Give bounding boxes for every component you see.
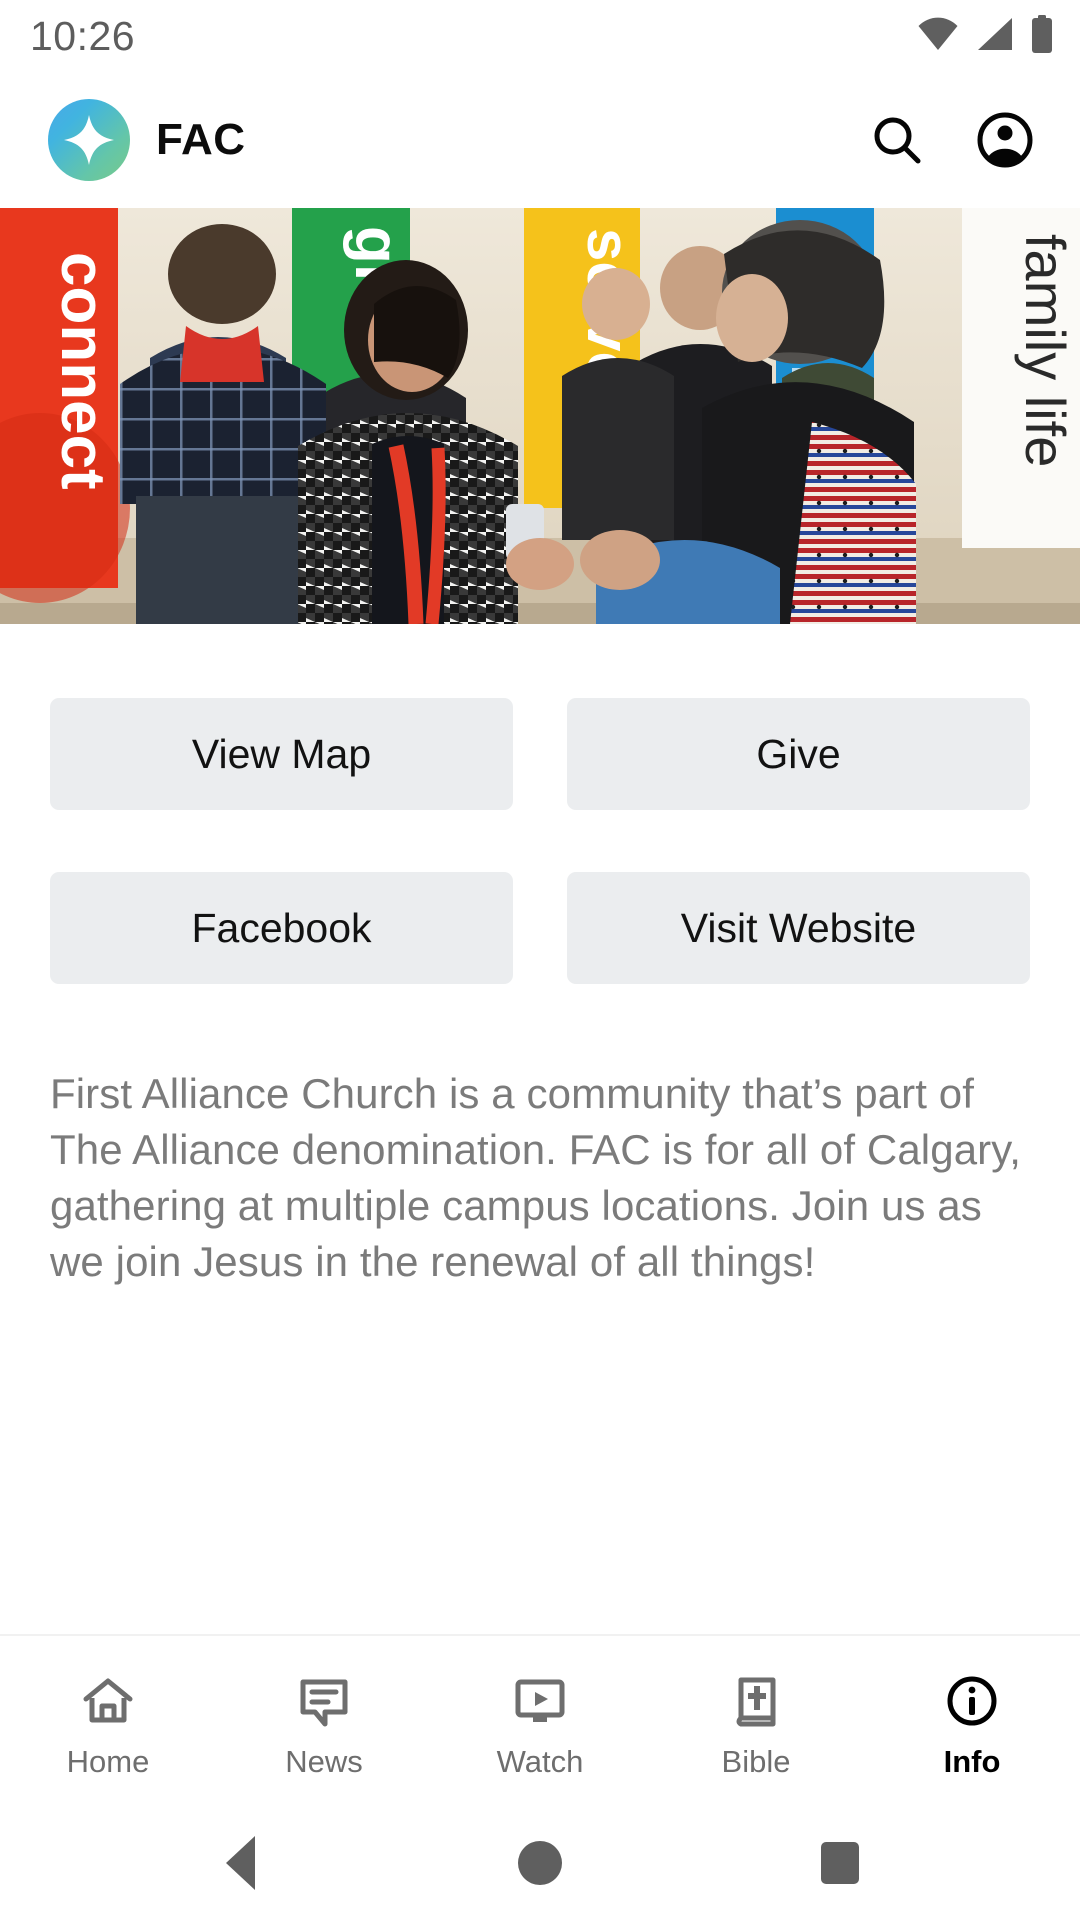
- home-button[interactable]: [480, 1806, 600, 1920]
- action-button-row-primary: View Map Give: [50, 698, 1030, 810]
- tab-info[interactable]: Info: [864, 1636, 1080, 1806]
- tab-label-watch: Watch: [496, 1743, 584, 1779]
- app-brand: FAC: [48, 99, 246, 181]
- search-icon[interactable]: [866, 109, 928, 171]
- app-bar-actions: [866, 109, 1050, 171]
- status-bar-icons: [918, 14, 1054, 58]
- fac-sparkle-logo-icon: [48, 99, 130, 181]
- app-title: FAC: [156, 115, 246, 164]
- church-description: First Alliance Church is a community tha…: [50, 1070, 1021, 1285]
- back-triangle-icon: [225, 1836, 255, 1890]
- app-screen: 10:26 FAC connect family life View Map G…: [0, 0, 1080, 1920]
- visit-website-button[interactable]: Visit Website: [567, 872, 1030, 984]
- action-button-row-secondary: Facebook Visit Website: [50, 872, 1030, 984]
- bible-book-icon: [729, 1672, 783, 1730]
- recents-square-icon: [821, 1842, 859, 1884]
- chat-bubble-icon: [297, 1672, 351, 1730]
- back-button[interactable]: [180, 1806, 300, 1920]
- home-circle-icon: [518, 1841, 562, 1885]
- give-button[interactable]: Give: [567, 698, 1030, 810]
- android-nav-bar: [0, 1806, 1080, 1920]
- battery-icon: [1030, 14, 1054, 58]
- hero-image: connect grow serve family life: [0, 208, 1080, 624]
- account-circle-icon[interactable]: [974, 109, 1036, 171]
- bottom-tab-bar: Home News Watch Bible Info: [0, 1634, 1080, 1806]
- tab-label-news: News: [285, 1743, 363, 1779]
- status-bar-clock: 10:26: [30, 12, 136, 59]
- video-monitor-icon: [513, 1672, 567, 1730]
- svg-text:family life: family life: [1014, 234, 1077, 467]
- tab-home[interactable]: Home: [0, 1636, 216, 1806]
- main-content: View Map Give Facebook Visit Website Fir…: [0, 624, 1080, 1634]
- tab-label-info: Info: [943, 1743, 1001, 1779]
- app-bar: FAC: [0, 72, 1080, 208]
- recents-button[interactable]: [780, 1806, 900, 1920]
- svg-text:connect: connect: [48, 252, 117, 490]
- facebook-button[interactable]: Facebook: [50, 872, 513, 984]
- tab-label-home: Home: [66, 1743, 150, 1779]
- wifi-icon: [918, 17, 958, 56]
- tab-news[interactable]: News: [216, 1636, 432, 1806]
- info-circle-icon: [945, 1672, 999, 1730]
- status-bar: 10:26: [0, 0, 1080, 72]
- hero-illustration: connect grow serve family life: [0, 208, 1080, 624]
- tab-label-bible: Bible: [721, 1743, 791, 1779]
- cellular-signal-icon: [975, 17, 1013, 56]
- view-map-button[interactable]: View Map: [50, 698, 513, 810]
- home-icon: [81, 1672, 135, 1730]
- tab-watch[interactable]: Watch: [432, 1636, 648, 1806]
- tab-bible[interactable]: Bible: [648, 1636, 864, 1806]
